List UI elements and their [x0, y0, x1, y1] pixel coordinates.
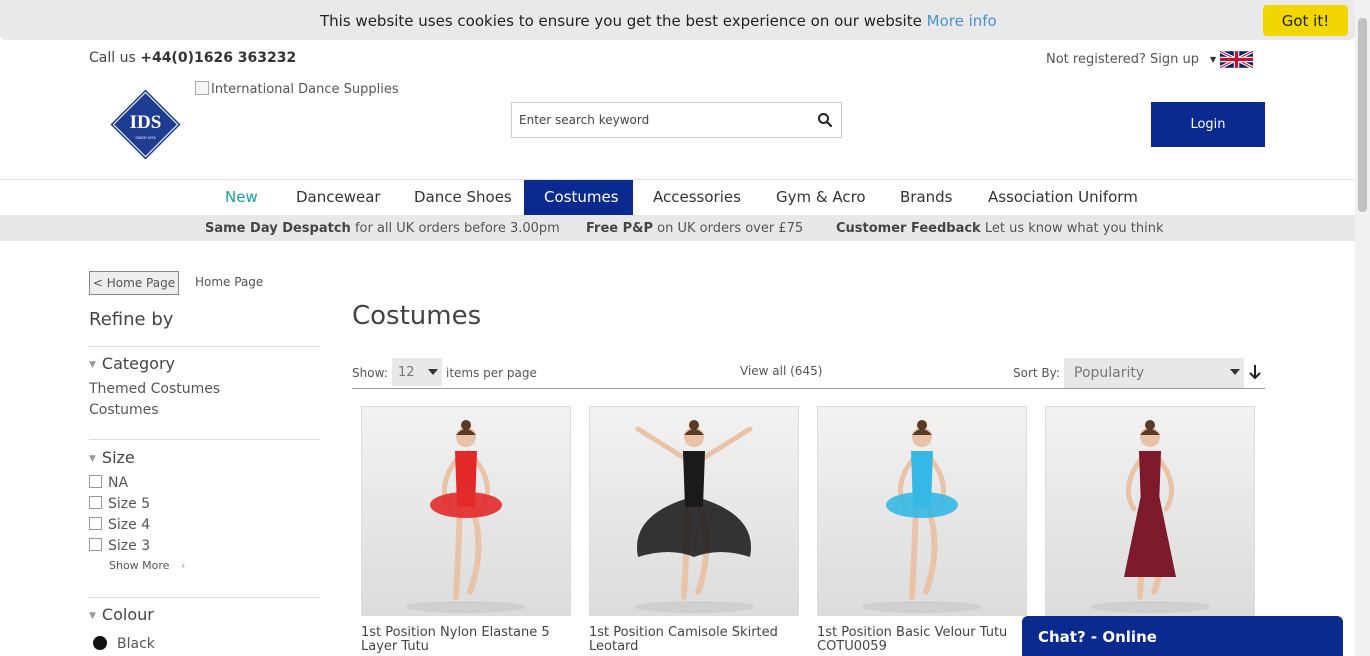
nav-dancewear[interactable]: Dancewear — [276, 180, 401, 215]
cookie-banner: This website uses cookies to ensure you … — [0, 0, 1355, 40]
promo-despatch: Same Day Despatch for all UK orders befo… — [205, 221, 560, 236]
view-all-link[interactable]: View all (645) — [740, 364, 822, 378]
listing-toolbar: Show: 12 items per page View all (645) S… — [352, 358, 1265, 389]
sort-direction-icon[interactable] — [1248, 364, 1262, 380]
cookie-more-info-link[interactable]: More info — [927, 12, 997, 30]
size-4-checkbox[interactable]: Size 4 — [89, 517, 150, 533]
refine-title: Refine by — [89, 309, 174, 330]
login-button[interactable]: Login — [1151, 102, 1265, 147]
signup-link[interactable]: Not registered? Sign up — [1046, 52, 1199, 67]
chevron-down-icon — [1230, 369, 1240, 375]
nav-dance-shoes[interactable]: Dance Shoes — [394, 180, 532, 215]
broken-logo-image[interactable]: International Dance Supplies — [195, 81, 399, 97]
colour-black-option[interactable]: Black — [93, 636, 155, 652]
divider — [89, 597, 320, 598]
page: This website uses cookies to ensure you … — [0, 0, 1370, 656]
facet-size-toggle[interactable]: ▼ Size — [89, 448, 135, 467]
call-us: Call us +44(0)1626 363232 — [89, 50, 297, 66]
cookie-message: This website uses cookies to ensure you … — [320, 12, 997, 30]
chat-widget-button[interactable]: Chat? - Online — [1022, 616, 1343, 656]
search-input[interactable] — [512, 103, 808, 137]
chevron-left-icon: ‹ — [180, 559, 186, 572]
main-nav: New Dancewear Dance Shoes Costumes Acces… — [0, 179, 1355, 215]
promo-bar: Same Day Despatch for all UK orders befo… — [0, 215, 1355, 241]
size-na-checkbox[interactable]: NA — [89, 475, 128, 491]
nav-association-uniform[interactable]: Association Uniform — [968, 180, 1158, 215]
product-image[interactable] — [1045, 406, 1255, 616]
breadcrumb[interactable]: Home Page — [195, 275, 263, 289]
phone-number[interactable]: +44(0)1626 363232 — [140, 50, 296, 66]
nav-costumes[interactable]: Costumes — [524, 180, 633, 215]
page-title: Costumes — [352, 301, 482, 331]
facet-category-toggle[interactable]: ▼ Category — [89, 354, 175, 373]
category-themed-costumes[interactable]: Themed Costumes — [89, 381, 220, 397]
back-home-button[interactable]: < Home Page — [89, 271, 179, 295]
color-swatch — [93, 636, 107, 650]
product-name[interactable]: 1st Position Camisole Skirted Leotard — [589, 626, 804, 654]
nav-brands[interactable]: Brands — [880, 180, 973, 215]
divider — [89, 346, 320, 347]
items-per-page-select[interactable]: 12 — [392, 358, 442, 386]
category-costumes[interactable]: Costumes — [89, 402, 159, 418]
sort-by-select[interactable]: Popularity — [1064, 358, 1244, 388]
broken-image-icon — [195, 81, 209, 95]
product-image[interactable] — [589, 406, 799, 616]
nav-accessories[interactable]: Accessories — [633, 180, 761, 215]
chevron-down-icon[interactable]: ▼ — [1210, 55, 1216, 64]
cookie-accept-button[interactable]: Got it! — [1263, 5, 1348, 36]
product-name[interactable]: 1st Position Nylon Elastane 5 Layer Tutu — [361, 626, 576, 654]
size-3-checkbox[interactable]: Size 3 — [89, 538, 150, 554]
product-image[interactable] — [361, 406, 571, 616]
uk-flag-icon[interactable] — [1220, 51, 1253, 68]
promo-free-pp: Free P&P on UK orders over £75 — [586, 221, 804, 236]
search-icon[interactable] — [817, 112, 833, 128]
caret-down-icon: ▼ — [89, 611, 96, 621]
caret-down-icon: ▼ — [89, 454, 96, 464]
divider — [89, 439, 320, 440]
nav-new[interactable]: New — [205, 180, 278, 215]
product-image[interactable] — [817, 406, 1027, 616]
ids-logo[interactable]: IDS SINCE 1978 — [109, 88, 182, 161]
search-box — [511, 102, 842, 138]
chevron-down-icon — [428, 369, 438, 375]
caret-down-icon: ▼ — [89, 360, 96, 370]
page-scrollbar[interactable] — [1355, 0, 1370, 656]
svg-text:IDS: IDS — [130, 112, 162, 133]
svg-text:SINCE 1978: SINCE 1978 — [135, 136, 155, 140]
nav-gym-acro[interactable]: Gym & Acro — [756, 180, 886, 215]
show-more-sizes-link[interactable]: Show More ‹ — [109, 559, 185, 572]
product-name[interactable]: 1st Position Basic Velour Tutu COTU0059 — [817, 626, 1032, 654]
size-5-checkbox[interactable]: Size 5 — [89, 496, 150, 512]
scrollbar-thumb[interactable] — [1358, 18, 1367, 212]
promo-feedback[interactable]: Customer Feedback Let us know what you t… — [836, 221, 1164, 236]
facet-colour-toggle[interactable]: ▼ Colour — [89, 605, 154, 624]
